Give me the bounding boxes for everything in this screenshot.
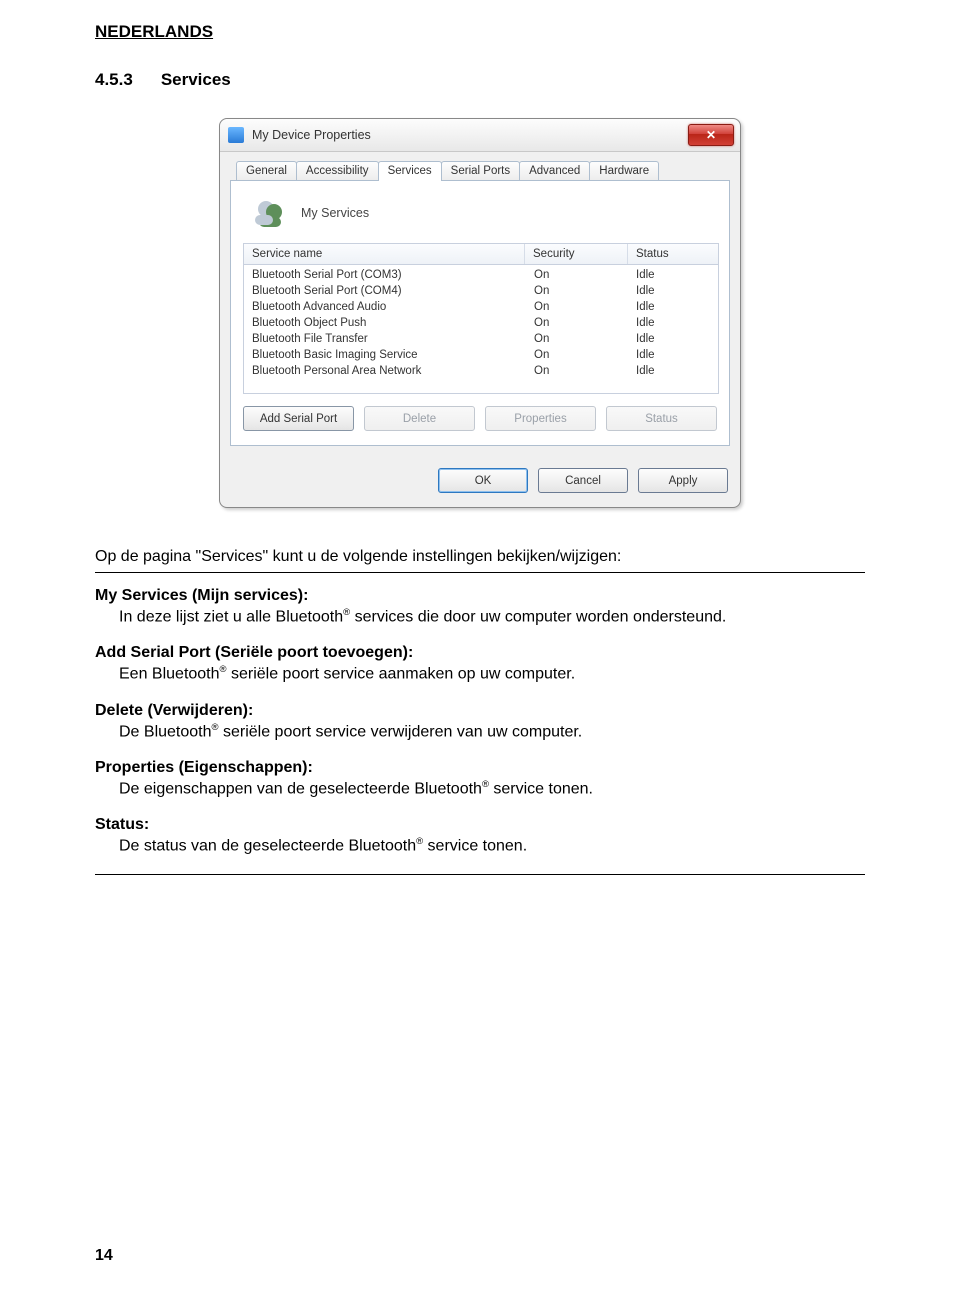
- cell-name: Bluetooth Serial Port (COM4): [244, 284, 526, 298]
- cell-security: On: [526, 348, 628, 362]
- definition-description: De eigenschappen van de geselecteerde Bl…: [119, 779, 865, 798]
- apply-button[interactable]: Apply: [638, 468, 728, 493]
- cancel-button[interactable]: Cancel: [538, 468, 628, 493]
- cell-security: On: [526, 300, 628, 314]
- tab-services[interactable]: Services: [378, 161, 442, 181]
- definition-term: Properties (Eigenschappen):: [95, 759, 865, 777]
- cell-security: On: [526, 332, 628, 346]
- definition-block: Properties (Eigenschappen): De eigenschap…: [95, 759, 865, 798]
- definition-block: My Services (Mijn services): In deze lijs…: [95, 587, 865, 626]
- registered-mark: ®: [482, 779, 489, 790]
- table-header: Service name Security Status: [244, 244, 718, 265]
- col-status[interactable]: Status: [628, 244, 718, 264]
- registered-mark: ®: [416, 836, 423, 847]
- cell-name: Bluetooth File Transfer: [244, 332, 526, 346]
- cell-security: On: [526, 284, 628, 298]
- dialog-titlebar: My Device Properties ✕: [220, 119, 740, 152]
- definition-block: Status: De status van de geselecteerde Bl…: [95, 816, 865, 855]
- cell-name: Bluetooth Basic Imaging Service: [244, 348, 526, 362]
- registered-mark: ®: [343, 607, 350, 618]
- dialog-title: My Device Properties: [252, 128, 371, 142]
- cell-status: Idle: [628, 348, 718, 362]
- properties-dialog: My Device Properties ✕ General Accessibi…: [219, 118, 741, 508]
- definition-block: Add Serial Port (Seriële poort toevoegen…: [95, 644, 865, 683]
- section-heading: 4.5.3 Services: [95, 70, 865, 90]
- table-row[interactable]: Bluetooth Object PushOnIdle: [244, 315, 718, 331]
- table-row[interactable]: Bluetooth Serial Port (COM3)OnIdle: [244, 267, 718, 283]
- registered-mark: ®: [220, 664, 227, 675]
- cell-name: Bluetooth Personal Area Network: [244, 364, 526, 378]
- cell-name: Bluetooth Object Push: [244, 316, 526, 330]
- services-table: Service name Security Status Bluetooth S…: [243, 243, 719, 394]
- separator-bottom: [95, 874, 865, 875]
- ok-button[interactable]: OK: [438, 468, 528, 493]
- cell-status: Idle: [628, 284, 718, 298]
- section-number: 4.5.3: [95, 70, 133, 89]
- page-number: 14: [95, 1247, 113, 1265]
- tab-panel-services: My Services Service name Security Status…: [230, 180, 730, 446]
- services-icon: [251, 195, 287, 231]
- cell-security: On: [526, 364, 628, 378]
- cell-status: Idle: [628, 300, 718, 314]
- cell-security: On: [526, 268, 628, 282]
- col-service-name[interactable]: Service name: [244, 244, 525, 264]
- cell-status: Idle: [628, 364, 718, 378]
- tab-serial-ports[interactable]: Serial Ports: [441, 161, 520, 181]
- cell-name: Bluetooth Advanced Audio: [244, 300, 526, 314]
- app-icon: [228, 127, 244, 143]
- table-row[interactable]: Bluetooth Personal Area NetworkOnIdle: [244, 363, 718, 379]
- definition-term: Add Serial Port (Seriële poort toevoegen…: [95, 644, 865, 662]
- registered-mark: ®: [212, 722, 219, 733]
- cell-security: On: [526, 316, 628, 330]
- intro-text: Op de pagina "Services" kunt u de volgen…: [95, 548, 865, 566]
- properties-button[interactable]: Properties: [485, 406, 596, 431]
- definition-description: De status van de geselecteerde Bluetooth…: [119, 836, 865, 855]
- close-button[interactable]: ✕: [688, 124, 734, 146]
- status-button[interactable]: Status: [606, 406, 717, 431]
- close-icon: ✕: [706, 128, 716, 142]
- cell-status: Idle: [628, 332, 718, 346]
- tab-general[interactable]: General: [236, 161, 297, 181]
- table-row[interactable]: Bluetooth Basic Imaging ServiceOnIdle: [244, 347, 718, 363]
- definition-description: In deze lijst ziet u alle Bluetooth® ser…: [119, 607, 865, 626]
- delete-button[interactable]: Delete: [364, 406, 475, 431]
- tab-advanced[interactable]: Advanced: [519, 161, 590, 181]
- definition-block: Delete (Verwijderen): De Bluetooth® serië…: [95, 702, 865, 741]
- section-title: Services: [161, 70, 231, 89]
- language-heading: NEDERLANDS: [95, 22, 865, 42]
- tab-accessibility[interactable]: Accessibility: [296, 161, 379, 181]
- definition-description: Een Bluetooth® seriële poort service aan…: [119, 664, 865, 683]
- definition-description: De Bluetooth® seriële poort service verw…: [119, 722, 865, 741]
- definition-term: Delete (Verwijderen):: [95, 702, 865, 720]
- cell-status: Idle: [628, 268, 718, 282]
- col-security[interactable]: Security: [525, 244, 628, 264]
- table-row[interactable]: Bluetooth Advanced AudioOnIdle: [244, 299, 718, 315]
- tab-hardware[interactable]: Hardware: [589, 161, 659, 181]
- definition-term: My Services (Mijn services):: [95, 587, 865, 605]
- services-heading: My Services: [301, 206, 369, 220]
- table-row[interactable]: Bluetooth File TransferOnIdle: [244, 331, 718, 347]
- cell-status: Idle: [628, 316, 718, 330]
- definition-term: Status:: [95, 816, 865, 834]
- separator: [95, 572, 865, 573]
- add-serial-port-button[interactable]: Add Serial Port: [243, 406, 354, 431]
- cell-name: Bluetooth Serial Port (COM3): [244, 268, 526, 282]
- table-row[interactable]: Bluetooth Serial Port (COM4)OnIdle: [244, 283, 718, 299]
- tab-row: General Accessibility Services Serial Po…: [236, 160, 730, 180]
